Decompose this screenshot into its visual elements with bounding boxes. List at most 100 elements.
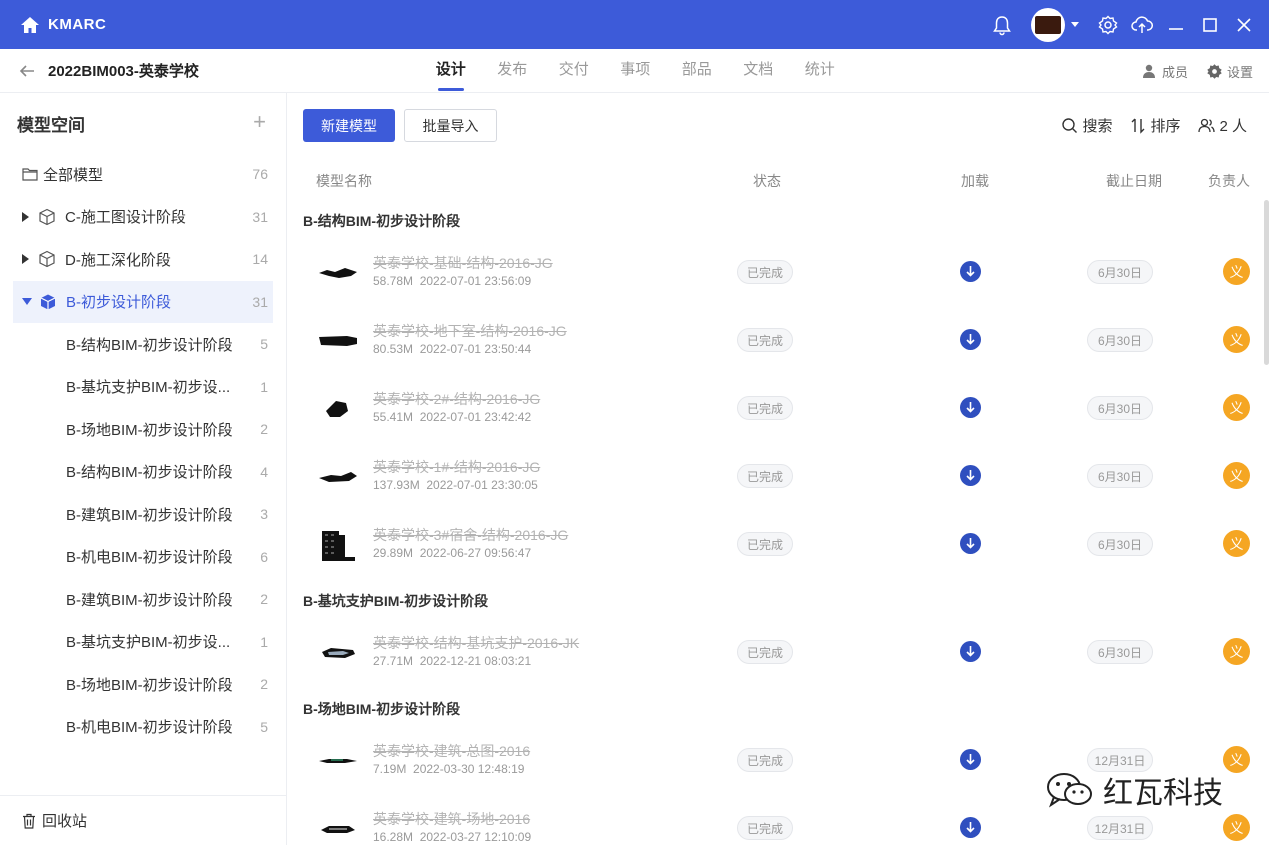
bell-icon[interactable] bbox=[991, 14, 1013, 36]
model-name[interactable]: 英泰学校-基础-结构-2016-JG bbox=[373, 253, 553, 273]
user-avatar[interactable] bbox=[1031, 7, 1065, 42]
sidebar-subitem[interactable]: B-场地BIM-初步设计阶段 2 bbox=[0, 408, 286, 451]
table-row[interactable]: 英泰学校-基础-结构-2016-JG 58.78M 2022-07-01 23:… bbox=[288, 239, 1269, 307]
tab-issues[interactable]: 事项 bbox=[605, 49, 667, 93]
owner-avatar[interactable]: 义 bbox=[1223, 638, 1250, 665]
download-icon[interactable] bbox=[960, 465, 981, 486]
tab-components[interactable]: 部品 bbox=[666, 49, 728, 93]
new-model-button[interactable]: 新建模型 bbox=[303, 109, 395, 142]
owner-avatar[interactable]: 义 bbox=[1223, 814, 1250, 841]
due-date-badge[interactable]: 6月30日 bbox=[1087, 260, 1153, 284]
sidebar-group-b[interactable]: B-初步设计阶段 31 bbox=[13, 280, 273, 323]
owner-avatar[interactable]: 义 bbox=[1223, 326, 1250, 353]
vertical-scrollbar[interactable] bbox=[1264, 200, 1269, 365]
sidebar-subitem[interactable]: B-基坑支护BIM-初步设... 1 bbox=[0, 366, 286, 409]
add-icon[interactable]: + bbox=[253, 111, 266, 133]
owner-avatar[interactable]: 义 bbox=[1223, 258, 1250, 285]
group-title[interactable]: B-结构BIM-初步设计阶段 bbox=[303, 211, 460, 231]
status-badge: 已完成 bbox=[737, 464, 793, 488]
column-header-name[interactable]: 模型名称 bbox=[316, 171, 372, 191]
download-icon[interactable] bbox=[960, 533, 981, 554]
status-badge: 已完成 bbox=[737, 748, 793, 772]
watermark: 红瓦科技 bbox=[1045, 770, 1223, 811]
sidebar-item-all-models[interactable]: 全部模型 76 bbox=[0, 153, 286, 196]
table-row[interactable]: 英泰学校-结构-基坑支护-2016-JK 27.71M 2022-12-21 0… bbox=[288, 619, 1269, 687]
due-date-badge[interactable]: 6月30日 bbox=[1087, 396, 1153, 420]
column-header-due-date[interactable]: 截止日期 bbox=[1106, 171, 1162, 191]
chevron-right-icon[interactable] bbox=[22, 254, 29, 265]
sidebar-item-count: 2 bbox=[260, 676, 268, 693]
table-row[interactable]: 英泰学校-地下室-结构-2016-JG 80.53M 2022-07-01 23… bbox=[288, 307, 1269, 375]
back-arrow-icon[interactable] bbox=[18, 62, 36, 80]
sidebar-group-c[interactable]: C-施工图设计阶段 31 bbox=[0, 196, 286, 239]
column-header-load[interactable]: 加载 bbox=[961, 171, 989, 191]
search-button[interactable]: 搜索 bbox=[1061, 115, 1112, 136]
cloud-upload-icon[interactable] bbox=[1131, 14, 1153, 36]
model-name[interactable]: 英泰学校-结构-基坑支护-2016-JK bbox=[373, 633, 579, 653]
model-size: 137.93M bbox=[373, 478, 420, 492]
due-date-badge[interactable]: 6月30日 bbox=[1087, 640, 1153, 664]
bulk-import-button[interactable]: 批量导入 bbox=[404, 109, 497, 142]
sidebar-subitem[interactable]: B-建筑BIM-初步设计阶段 2 bbox=[0, 578, 286, 621]
owner-avatar[interactable]: 义 bbox=[1223, 530, 1250, 557]
sidebar-subitem[interactable]: B-机电BIM-初步设计阶段 5 bbox=[0, 706, 286, 749]
chevron-right-icon[interactable] bbox=[22, 211, 29, 222]
sidebar-item-label: B-结构BIM-初步设计阶段 bbox=[66, 464, 233, 482]
settings-button[interactable]: 设置 bbox=[1206, 62, 1253, 81]
download-icon[interactable] bbox=[960, 749, 981, 770]
model-name[interactable]: 英泰学校-建筑-总图-2016 bbox=[373, 741, 530, 761]
members-button[interactable]: 成员 bbox=[1142, 62, 1188, 81]
due-date-badge[interactable]: 6月30日 bbox=[1087, 532, 1153, 556]
group-title[interactable]: B-场地BIM-初步设计阶段 bbox=[303, 699, 460, 719]
sidebar-subitem[interactable]: B-结构BIM-初步设计阶段 5 bbox=[0, 323, 286, 366]
tab-statistics[interactable]: 统计 bbox=[789, 49, 851, 93]
tab-design[interactable]: 设计 bbox=[420, 49, 482, 93]
download-icon[interactable] bbox=[960, 261, 981, 282]
sidebar-subitem[interactable]: B-建筑BIM-初步设计阶段 3 bbox=[0, 493, 286, 536]
tab-documents[interactable]: 文档 bbox=[728, 49, 790, 93]
sidebar-subitem[interactable]: B-基坑支护BIM-初步设... 1 bbox=[0, 621, 286, 664]
download-icon[interactable] bbox=[960, 641, 981, 662]
home-icon[interactable] bbox=[20, 15, 40, 35]
table-row[interactable]: 英泰学校-3#宿舍-结构-2016-JG 29.89M 2022-06-27 0… bbox=[288, 511, 1269, 579]
model-size: 16.28M bbox=[373, 830, 414, 844]
maximize-icon[interactable] bbox=[1199, 14, 1221, 36]
sidebar-item-count: 4 bbox=[260, 463, 268, 480]
column-header-owner[interactable]: 负责人 bbox=[1208, 171, 1250, 191]
model-name[interactable]: 英泰学校-2#-结构-2016-JG bbox=[373, 389, 540, 409]
sidebar-item-count: 5 bbox=[260, 336, 268, 353]
sidebar-subitem[interactable]: B-场地BIM-初步设计阶段 2 bbox=[0, 663, 286, 706]
due-date-badge[interactable]: 12月31日 bbox=[1087, 816, 1153, 840]
chevron-down-icon[interactable] bbox=[22, 298, 32, 306]
trash-icon bbox=[23, 813, 35, 829]
minimize-icon[interactable] bbox=[1165, 14, 1187, 36]
recycle-bin[interactable]: 回收站 bbox=[0, 795, 286, 845]
model-name[interactable]: 英泰学校-建筑-场地-2016 bbox=[373, 809, 530, 829]
due-date-badge[interactable]: 6月30日 bbox=[1087, 328, 1153, 352]
sidebar-subitem[interactable]: B-机电BIM-初步设计阶段 6 bbox=[0, 536, 286, 579]
sidebar-item-label: B-建筑BIM-初步设计阶段 bbox=[66, 506, 233, 524]
download-icon[interactable] bbox=[960, 329, 981, 350]
owner-avatar[interactable]: 义 bbox=[1223, 746, 1250, 773]
due-date-badge[interactable]: 6月30日 bbox=[1087, 464, 1153, 488]
group-title[interactable]: B-基坑支护BIM-初步设计阶段 bbox=[303, 591, 488, 611]
close-icon[interactable] bbox=[1233, 14, 1255, 36]
download-icon[interactable] bbox=[960, 817, 981, 838]
tab-delivery[interactable]: 交付 bbox=[543, 49, 605, 93]
download-icon[interactable] bbox=[960, 397, 981, 418]
tab-publish[interactable]: 发布 bbox=[482, 49, 544, 93]
owner-avatar[interactable]: 义 bbox=[1223, 394, 1250, 421]
model-name[interactable]: 英泰学校-地下室-结构-2016-JG bbox=[373, 321, 567, 341]
gear-icon[interactable] bbox=[1097, 14, 1119, 36]
chevron-down-icon[interactable] bbox=[1071, 22, 1079, 27]
model-name[interactable]: 英泰学校-3#宿舍-结构-2016-JG bbox=[373, 525, 568, 545]
sort-button[interactable]: 排序 bbox=[1130, 115, 1180, 136]
table-row[interactable]: 英泰学校-1#-结构-2016-JG 137.93M 2022-07-01 23… bbox=[288, 443, 1269, 511]
model-name[interactable]: 英泰学校-1#-结构-2016-JG bbox=[373, 457, 540, 477]
sidebar-group-d[interactable]: D-施工深化阶段 14 bbox=[0, 238, 286, 281]
people-filter-button[interactable]: 2 人 bbox=[1198, 115, 1247, 136]
column-header-status[interactable]: 状态 bbox=[753, 171, 781, 191]
owner-avatar[interactable]: 义 bbox=[1223, 462, 1250, 489]
table-row[interactable]: 英泰学校-2#-结构-2016-JG 55.41M 2022-07-01 23:… bbox=[288, 375, 1269, 443]
sidebar-subitem[interactable]: B-结构BIM-初步设计阶段 4 bbox=[0, 451, 286, 494]
